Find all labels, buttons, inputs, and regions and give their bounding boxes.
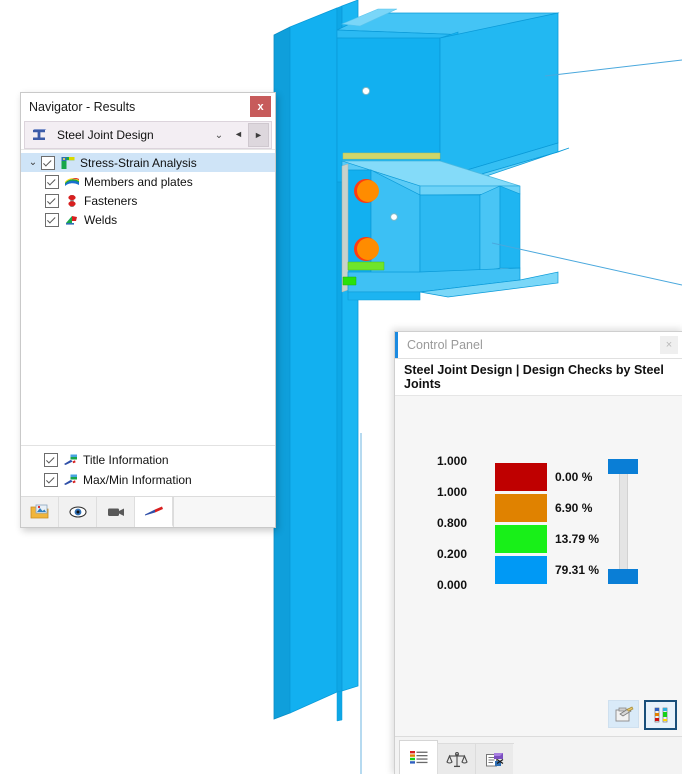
tree-item-label: Stress-Strain Analysis xyxy=(80,155,197,170)
navigator-titlebar: Navigator - Results x xyxy=(21,93,275,121)
legend-value: 0.800 xyxy=(436,516,467,530)
navigator-results-window[interactable]: Navigator - Results x Steel Joint Design… xyxy=(20,92,276,528)
control-panel-window[interactable]: Control Panel × Steel Joint Design | Des… xyxy=(394,331,682,774)
control-panel-titlebar: Control Panel × xyxy=(395,332,682,358)
slider-track[interactable] xyxy=(619,467,628,579)
checkbox-fasteners[interactable] xyxy=(45,193,59,208)
tab-display-properties[interactable] xyxy=(475,743,514,774)
tree-item-label: Max/Min Information xyxy=(83,473,192,487)
chevron-down-icon[interactable]: ⌄ xyxy=(25,157,41,168)
tree-item-label: Fasteners xyxy=(84,193,138,208)
column-web-left xyxy=(289,7,338,714)
lower-beam-bottom-flange-front xyxy=(347,291,421,301)
legend-color-bars[interactable] xyxy=(495,463,547,587)
toolbar-spacer xyxy=(173,497,275,527)
members-plates-icon xyxy=(64,175,80,189)
legend-value: 0.000 xyxy=(436,578,467,592)
lower-beam-far-web xyxy=(499,185,521,269)
checkbox-members-and-plates[interactable] xyxy=(45,174,59,189)
tree-item-label: Members and plates xyxy=(84,174,193,189)
edit-colors-icon[interactable] xyxy=(608,700,639,728)
legend-value: 0.200 xyxy=(436,547,467,561)
slider-thumb-upper[interactable] xyxy=(608,459,638,474)
next-arrow-icon[interactable]: ► xyxy=(248,123,269,147)
checkbox-stress-strain-analysis[interactable] xyxy=(41,155,55,170)
tabs-filler xyxy=(513,744,682,774)
stress-strain-icon xyxy=(60,156,76,170)
tab-color-scale[interactable] xyxy=(399,740,438,774)
legend-range-slider[interactable] xyxy=(603,459,643,584)
previous-arrow-icon[interactable]: ◄ xyxy=(229,123,248,145)
control-panel-header-text: Steel Joint Design | Design Checks by St… xyxy=(404,363,664,391)
control-panel-tool-buttons[interactable] xyxy=(608,700,677,730)
title-information-icon xyxy=(63,453,79,467)
control-panel-body[interactable]: 1.000 1.000 0.800 0.200 0.000 0.00 % 6.9… xyxy=(395,395,682,736)
column-back-flange xyxy=(273,26,291,720)
results-tree[interactable]: ⌄ Stress-Strain Analysis Members and pla… xyxy=(21,149,275,445)
tree-item-stress-strain-analysis[interactable]: ⌄ Stress-Strain Analysis xyxy=(21,153,275,172)
deformation-arrow-icon[interactable] xyxy=(135,497,173,527)
close-icon[interactable]: × xyxy=(660,336,678,354)
tree-item-label: Welds xyxy=(84,212,118,227)
close-icon[interactable]: x xyxy=(250,96,271,117)
slider-thumb-lower[interactable] xyxy=(608,569,638,584)
lower-beam-web-fillet xyxy=(479,185,501,273)
weld-lower-corner xyxy=(342,276,357,286)
legend-value: 1.000 xyxy=(436,485,467,499)
tab-factors-scale[interactable] xyxy=(437,743,476,774)
close-icon-glyph: x xyxy=(257,100,264,113)
welds-icon xyxy=(64,213,80,227)
maxmin-information-icon xyxy=(63,473,79,487)
lower-beam-web xyxy=(419,194,481,281)
legend-color-band[interactable] xyxy=(495,494,547,522)
chevron-down-icon[interactable]: ⌄ xyxy=(211,122,227,148)
control-panel-header: Steel Joint Design | Design Checks by St… xyxy=(395,358,682,395)
navigator-toolbar[interactable] xyxy=(21,496,275,527)
steel-joint-icon xyxy=(31,128,47,142)
legend-value: 1.000 xyxy=(436,454,467,468)
visibility-eye-icon[interactable] xyxy=(59,497,97,527)
legend-color-band[interactable] xyxy=(495,525,547,553)
navigator-info-options[interactable]: Title Information Max/Min Information xyxy=(21,445,275,496)
control-panel-tabs[interactable] xyxy=(395,736,682,774)
weld-upper-top xyxy=(342,152,441,160)
color-legend[interactable]: 1.000 1.000 0.800 0.200 0.000 0.00 % 6.9… xyxy=(395,454,682,592)
bolt-hole-upper xyxy=(361,86,371,96)
close-icon-glyph: × xyxy=(665,339,673,351)
legend-color-band[interactable] xyxy=(495,556,547,584)
column-lower-edge xyxy=(336,690,343,722)
checkbox-welds[interactable] xyxy=(45,212,59,227)
tree-item-fasteners[interactable]: Fasteners xyxy=(21,191,275,210)
leader-line-lower xyxy=(491,242,682,286)
upper-beam-endplate xyxy=(336,37,441,183)
weld-lower-bottom xyxy=(347,261,385,271)
fasteners-icon xyxy=(64,194,80,208)
checkbox-maxmin-information[interactable] xyxy=(44,473,58,487)
results-category-combobox[interactable]: Steel Joint Design ⌄ ◄ ► xyxy=(24,121,272,149)
color-scale-icon[interactable] xyxy=(644,700,677,730)
bolt-hole-lower xyxy=(390,213,398,221)
endplate-edge-strip xyxy=(341,163,349,293)
legend-color-band[interactable] xyxy=(495,463,547,491)
leader-line-upper xyxy=(544,59,682,77)
tree-item-maxmin-information[interactable]: Max/Min Information xyxy=(21,470,275,490)
legend-scale-values: 1.000 1.000 0.800 0.200 0.000 xyxy=(415,454,467,592)
tree-item-welds[interactable]: Welds xyxy=(21,210,275,229)
tree-item-title-information[interactable]: Title Information xyxy=(21,450,275,470)
tree-item-members-and-plates[interactable]: Members and plates xyxy=(21,172,275,191)
tree-item-label: Title Information xyxy=(83,453,169,467)
results-category-value: Steel Joint Design xyxy=(57,128,154,142)
control-panel-title-text: Control Panel xyxy=(407,338,483,352)
video-camera-icon[interactable] xyxy=(97,497,135,527)
render-results-icon[interactable] xyxy=(21,497,59,527)
navigator-title-text: Navigator - Results xyxy=(29,100,136,114)
checkbox-title-information[interactable] xyxy=(44,453,58,467)
